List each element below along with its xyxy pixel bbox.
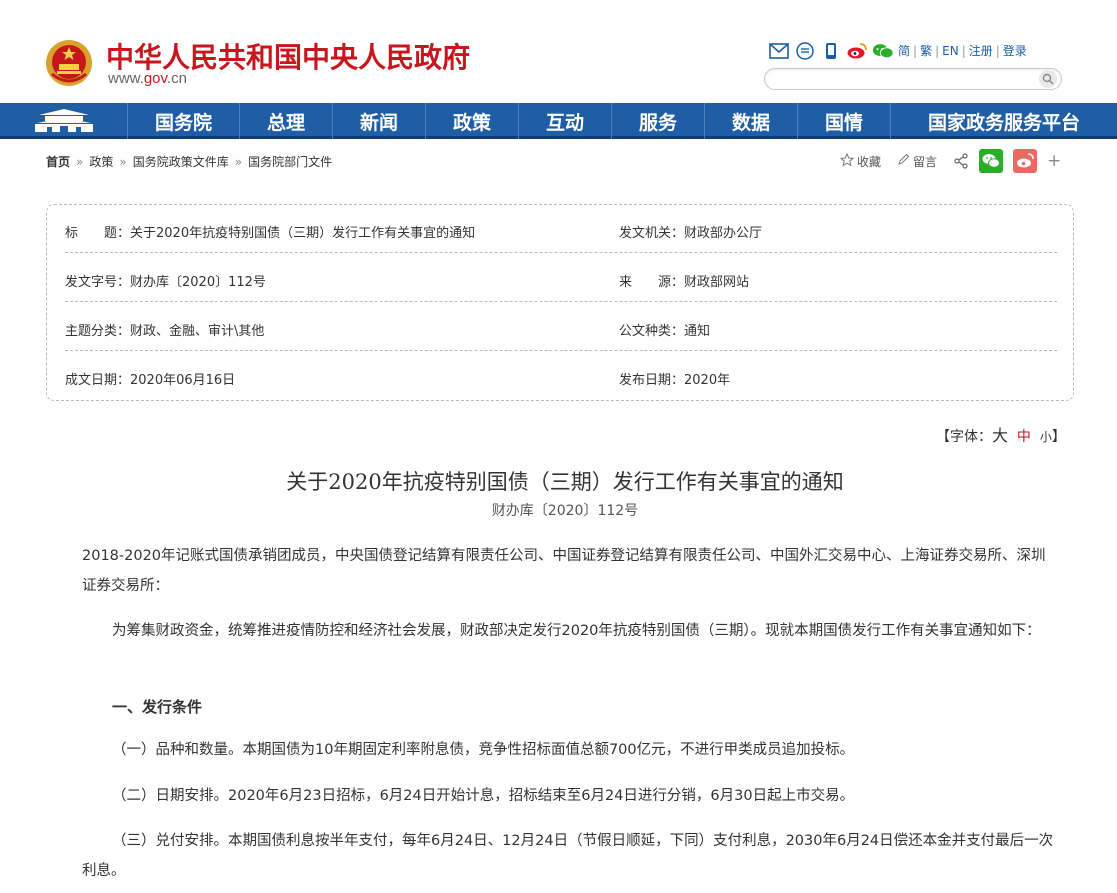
meta-date-label: 成文日期： bbox=[65, 373, 131, 388]
language-links: 简 | 繁 | EN | 注册 | 登录 bbox=[898, 42, 1027, 59]
breadcrumb-home[interactable]: 首页 bbox=[46, 155, 70, 169]
search-icon[interactable] bbox=[1039, 70, 1057, 88]
meta-type: 公文种类：通知 bbox=[619, 320, 710, 339]
favorite-action[interactable]: 收藏 bbox=[839, 152, 882, 170]
document-meta-box: 标 题：关于2020年抗疫特别国债（三期）发行工作有关事宜的通知 发文机关：财政… bbox=[46, 204, 1074, 401]
tiananmen-icon[interactable] bbox=[0, 103, 127, 139]
meta-title: 标 题：关于2020年抗疫特别国债（三期）发行工作有关事宜的通知 bbox=[65, 222, 475, 241]
lang-english-link[interactable]: EN bbox=[942, 44, 959, 58]
wechat-share-icon[interactable] bbox=[979, 149, 1004, 173]
font-size-suffix: 】 bbox=[1051, 429, 1066, 445]
breadcrumb-policy-library[interactable]: 国务院政策文件库 bbox=[133, 155, 229, 169]
meta-row: 发文字号：财办库〔2020〕112号 来 源：财政部网站 bbox=[65, 254, 1057, 302]
article-addressee: 2018-2020年记账式国债承销团成员，中央国债登记结算有限责任公司、中国证券… bbox=[82, 548, 1046, 594]
star-icon bbox=[839, 152, 855, 170]
site-url-gov: gov bbox=[143, 70, 167, 87]
divider: | bbox=[995, 44, 1000, 58]
breadcrumb-separator: » bbox=[234, 155, 243, 169]
nav-item-data[interactable]: 数据 bbox=[704, 103, 797, 139]
breadcrumb-department-docs[interactable]: 国务院部门文件 bbox=[248, 155, 332, 169]
meta-topic: 主题分类：财政、金融、审计\其他 bbox=[65, 320, 264, 339]
divider: | bbox=[913, 44, 918, 58]
nav-item-national-info[interactable]: 国情 bbox=[797, 103, 890, 139]
meta-date-value: 2020年06月16日 bbox=[130, 373, 236, 388]
favorite-label: 收藏 bbox=[857, 154, 882, 169]
meta-source-label: 来 源： bbox=[619, 275, 685, 290]
nav-item-state-council[interactable]: 国务院 bbox=[127, 103, 239, 139]
meta-issuer-value: 财政部办公厅 bbox=[684, 226, 763, 241]
meta-row: 成文日期：2020年06月16日 发布日期：2020年 bbox=[65, 352, 1057, 400]
nav-item-policy[interactable]: 政策 bbox=[425, 103, 518, 139]
meta-row: 主题分类：财政、金融、审计\其他 公文种类：通知 bbox=[65, 303, 1057, 351]
pencil-icon bbox=[897, 153, 910, 169]
site-header: 中华人民共和国中央人民政府 www.gov.cn 简 | 繁 | EN | 注册 | 登录 bbox=[0, 0, 1117, 103]
meta-pubdate: 发布日期：2020年 bbox=[619, 369, 730, 388]
meta-issuer-label: 发文机关： bbox=[619, 226, 685, 241]
search-input[interactable] bbox=[775, 70, 1035, 90]
share-icon[interactable] bbox=[953, 153, 969, 169]
share-toolbar: 收藏 留言 + bbox=[839, 148, 1061, 174]
article-intro: 为筹集财政资金，统筹推进疫情防控和经济社会发展，财政部决定发行2020年抗疫特别… bbox=[112, 623, 1041, 639]
section-heading: 一、发行条件 bbox=[112, 698, 203, 716]
national-emblem-icon[interactable] bbox=[44, 38, 94, 88]
nav-item-premier[interactable]: 总理 bbox=[239, 103, 332, 139]
meta-docno-label: 发文字号： bbox=[65, 275, 131, 290]
meta-pubdate-label: 发布日期： bbox=[619, 373, 685, 388]
nav-item-interaction[interactable]: 互动 bbox=[518, 103, 611, 139]
weibo-share-icon[interactable] bbox=[1013, 149, 1038, 173]
mobile-icon[interactable] bbox=[820, 40, 842, 62]
article-item-1: （一）品种和数量。本期国债为10年期固定利率附息债，竞争性招标面值总额700亿元… bbox=[112, 742, 855, 758]
lang-simplified-link[interactable]: 简 bbox=[898, 42, 910, 59]
main-nav: 国务院 总理 新闻 政策 互动 服务 数据 国情 国家政务服务平台 bbox=[0, 103, 1117, 139]
nav-item-gov-service-platform[interactable]: 国家政务服务平台 bbox=[890, 103, 1117, 139]
meta-date: 成文日期：2020年06月16日 bbox=[65, 369, 235, 388]
meta-docno-value: 财办库〔2020〕112号 bbox=[130, 275, 266, 290]
font-size-large-button[interactable]: 大 bbox=[992, 426, 1008, 445]
breadcrumb-separator: » bbox=[119, 155, 127, 169]
comment-action[interactable]: 留言 bbox=[897, 153, 937, 170]
article-doc-number: 财办库〔2020〕112号 bbox=[491, 503, 639, 519]
meta-title-label: 标 题： bbox=[65, 226, 131, 241]
breadcrumb: 首页 » 政策 » 国务院政策文件库 » 国务院部门文件 bbox=[46, 153, 332, 170]
meta-title-value: 关于2020年抗疫特别国债（三期）发行工作有关事宜的通知 bbox=[130, 226, 476, 241]
meta-topic-value: 财政、金融、审计\其他 bbox=[130, 324, 265, 339]
login-link[interactable]: 登录 bbox=[1003, 42, 1027, 59]
meta-source-value: 财政部网站 bbox=[684, 275, 750, 290]
font-size-prefix: 【字体： bbox=[936, 429, 992, 445]
nav-item-services[interactable]: 服务 bbox=[611, 103, 704, 139]
font-size-switcher: 【字体：大 中 小】 bbox=[936, 422, 1066, 446]
meta-source: 来 源：财政部网站 bbox=[619, 271, 749, 290]
header-tools bbox=[768, 40, 894, 62]
more-share-button[interactable]: + bbox=[1047, 151, 1061, 171]
divider: | bbox=[935, 44, 940, 58]
meta-docno: 发文字号：财办库〔2020〕112号 bbox=[65, 271, 266, 290]
meta-type-label: 公文种类： bbox=[619, 324, 685, 339]
font-size-small-button[interactable]: 小 bbox=[1040, 430, 1052, 444]
weibo-icon[interactable] bbox=[846, 40, 868, 62]
article-item-3: （三）兑付安排。本期国债利息按半年支付，每年6月24日、12月24日（节假日顺延… bbox=[82, 833, 1054, 879]
meta-pubdate-value: 2020年 bbox=[684, 373, 731, 388]
article-title: 关于2020年抗疫特别国债（三期）发行工作有关事宜的通知 bbox=[286, 470, 844, 494]
mail-icon[interactable] bbox=[768, 40, 790, 62]
divider: | bbox=[961, 44, 966, 58]
meta-type-value: 通知 bbox=[684, 324, 711, 339]
meta-issuer: 发文机关：财政部办公厅 bbox=[619, 222, 762, 241]
search-box bbox=[764, 68, 1062, 90]
comment-label: 留言 bbox=[913, 154, 938, 169]
breadcrumb-policy[interactable]: 政策 bbox=[89, 155, 113, 169]
register-link[interactable]: 注册 bbox=[969, 42, 993, 59]
font-size-medium-button[interactable]: 中 bbox=[1017, 429, 1031, 445]
site-url-suffix: .cn bbox=[166, 70, 187, 87]
site-url-prefix: www. bbox=[108, 70, 144, 87]
meta-row: 标 题：关于2020年抗疫特别国债（三期）发行工作有关事宜的通知 发文机关：财政… bbox=[65, 205, 1057, 253]
site-url: www.gov.cn bbox=[108, 70, 187, 87]
lang-traditional-link[interactable]: 繁 bbox=[920, 42, 932, 59]
breadcrumb-separator: » bbox=[76, 155, 84, 169]
meta-topic-label: 主题分类： bbox=[65, 324, 131, 339]
article-item-2: （二）日期安排。2020年6月23日招标，6月24日开始计息，招标结束至6月24… bbox=[112, 788, 855, 804]
rss-icon[interactable] bbox=[794, 40, 816, 62]
wechat-icon[interactable] bbox=[872, 40, 894, 62]
nav-item-news[interactable]: 新闻 bbox=[332, 103, 425, 139]
